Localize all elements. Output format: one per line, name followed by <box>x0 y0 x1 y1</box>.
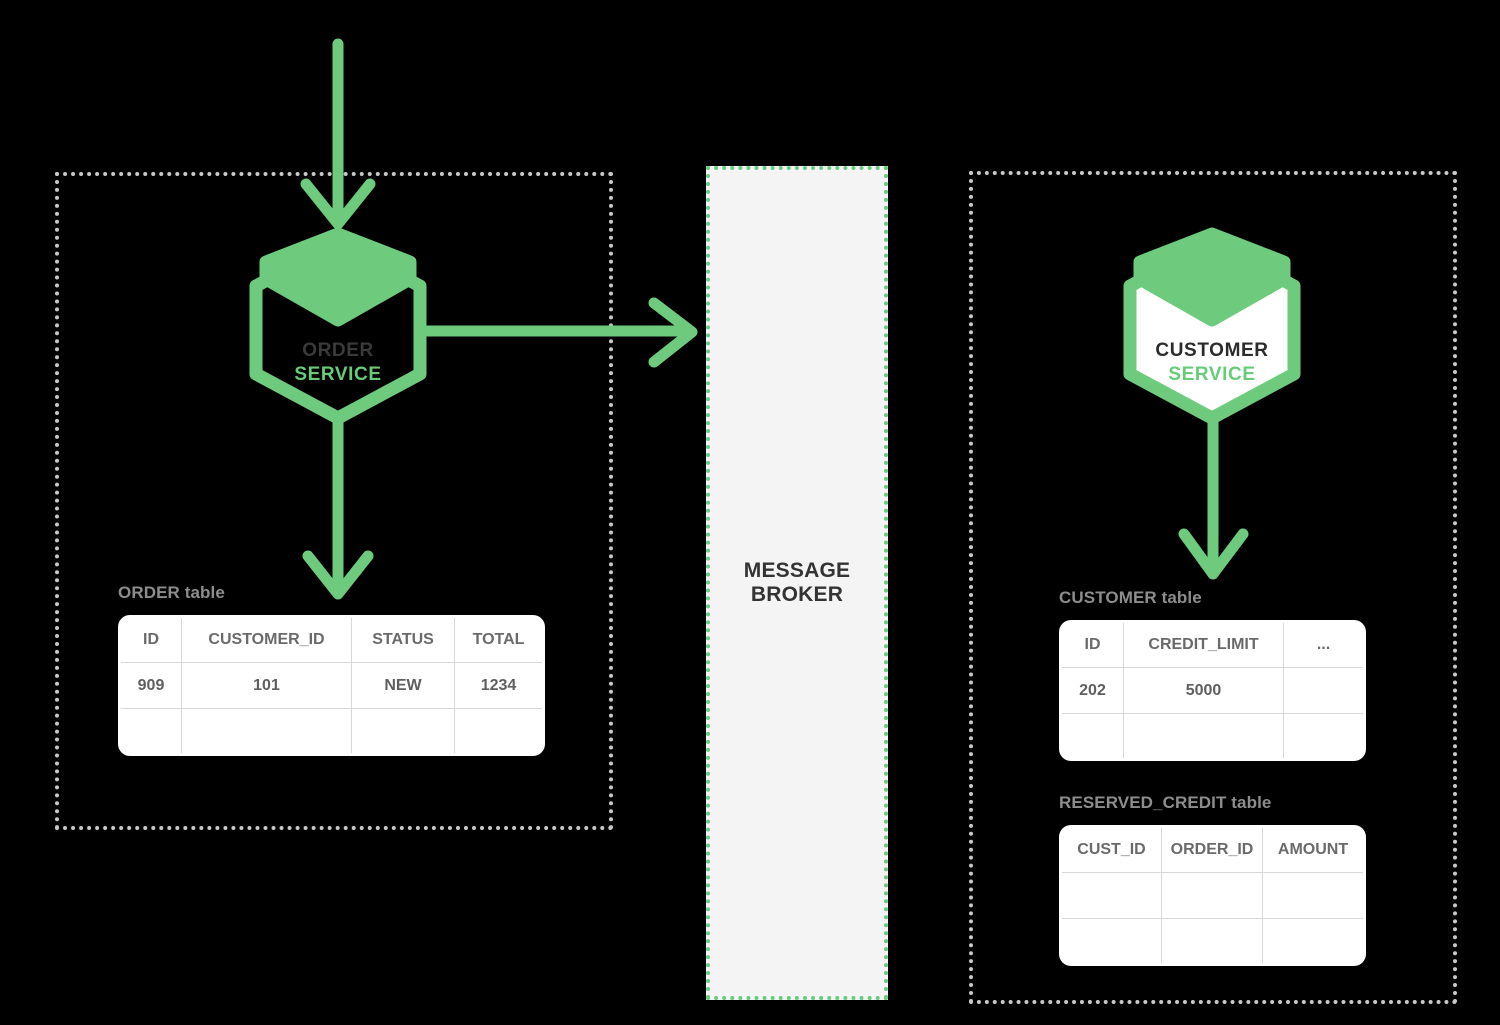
table-cell <box>1123 713 1284 758</box>
table-cell <box>121 708 182 753</box>
order-table-body: ID CUSTOMER_ID STATUS TOTAL 909 101 NEW 1234 <box>121 618 542 753</box>
order-table: ID CUSTOMER_ID STATUS TOTAL 909 101 NEW 1234 <box>118 615 545 756</box>
table-header-cell: AMOUNT <box>1262 828 1363 873</box>
table-cell <box>1062 713 1124 758</box>
hexagon-icon <box>1123 227 1301 425</box>
table-row <box>1062 872 1363 919</box>
customer-table-caption: CUSTOMER table <box>1059 588 1202 607</box>
table-header-row: ID CUSTOMER_ID STATUS TOTAL <box>121 618 542 663</box>
message-broker-label-line1: MESSAGE <box>743 559 851 583</box>
table-header-cell: ID <box>1062 623 1124 668</box>
message-broker-label-line2: BROKER <box>750 583 844 606</box>
table-header-cell: ... <box>1283 623 1363 668</box>
table-cell <box>1283 667 1363 714</box>
order-table-caption: ORDER table <box>118 583 225 602</box>
reserved-credit-table-body: CUST_ID ORDER_ID AMOUNT <box>1062 828 1363 963</box>
order-service-node[interactable]: ORDER SERVICE <box>244 227 432 425</box>
table-header-row: ID CREDIT_LIMIT... <box>1062 623 1363 668</box>
customer-service-node[interactable]: CUSTOMER SERVICE <box>1118 227 1306 425</box>
table-cell <box>181 708 352 753</box>
table-header-cell: ORDER_ID <box>1161 828 1263 873</box>
table-row <box>1062 918 1363 963</box>
table-header-cell: CREDIT_LIMIT <box>1123 623 1284 668</box>
diagram-canvas: MESSAGE BROKER ORDER SERVICE CUSTOMER SE… <box>0 0 1500 1025</box>
table-cell <box>1283 713 1363 758</box>
message-broker-label: MESSAGE BROKER <box>744 559 850 606</box>
table-header-cell: STATUS <box>351 618 455 663</box>
customer-table-block: CUSTOMER table ID CREDIT_LIMIT... 202 5000 <box>1059 588 1366 761</box>
table-cell <box>1062 872 1162 919</box>
reserved-credit-table-caption: RESERVED_CREDIT table <box>1059 793 1272 812</box>
table-header-row: CUST_ID ORDER_ID AMOUNT <box>1062 828 1363 873</box>
table-cell <box>1262 872 1363 919</box>
table-cell <box>1062 918 1162 963</box>
customer-table: ID CREDIT_LIMIT... 202 5000 <box>1059 620 1366 761</box>
table-header-cell: ID <box>121 618 182 663</box>
table-row <box>1062 713 1363 758</box>
table-row <box>121 708 542 753</box>
table-cell <box>1161 872 1263 919</box>
order-table-block: ORDER table ID CUSTOMER_ID STATUS TOTAL 909 1… <box>118 583 545 756</box>
hexagon-icon <box>249 227 427 425</box>
message-broker-box[interactable]: MESSAGE BROKER <box>706 166 888 1000</box>
table-header-cell: CUSTOMER_ID <box>181 618 352 663</box>
table-cell: 101 <box>181 662 352 709</box>
table-row: 202 5000 <box>1062 667 1363 714</box>
table-cell: 5000 <box>1123 667 1284 714</box>
table-cell: NEW <box>351 662 455 709</box>
table-row: 909 101 NEW 1234 <box>121 662 542 709</box>
table-cell <box>351 708 455 753</box>
table-cell: 1234 <box>454 662 542 709</box>
customer-table-body: ID CREDIT_LIMIT... 202 5000 <box>1062 623 1363 758</box>
table-cell: 909 <box>121 662 182 709</box>
table-cell: 202 <box>1062 667 1124 714</box>
reserved-credit-table: CUST_ID ORDER_ID AMOUNT <box>1059 825 1366 966</box>
table-header-cell: CUST_ID <box>1062 828 1162 873</box>
table-cell <box>1161 918 1263 963</box>
table-cell <box>1262 918 1363 963</box>
table-header-cell: TOTAL <box>454 618 542 663</box>
table-cell <box>454 708 542 753</box>
reserved-credit-table-block: RESERVED_CREDIT table CUST_ID ORDER_ID AMO… <box>1059 793 1366 966</box>
